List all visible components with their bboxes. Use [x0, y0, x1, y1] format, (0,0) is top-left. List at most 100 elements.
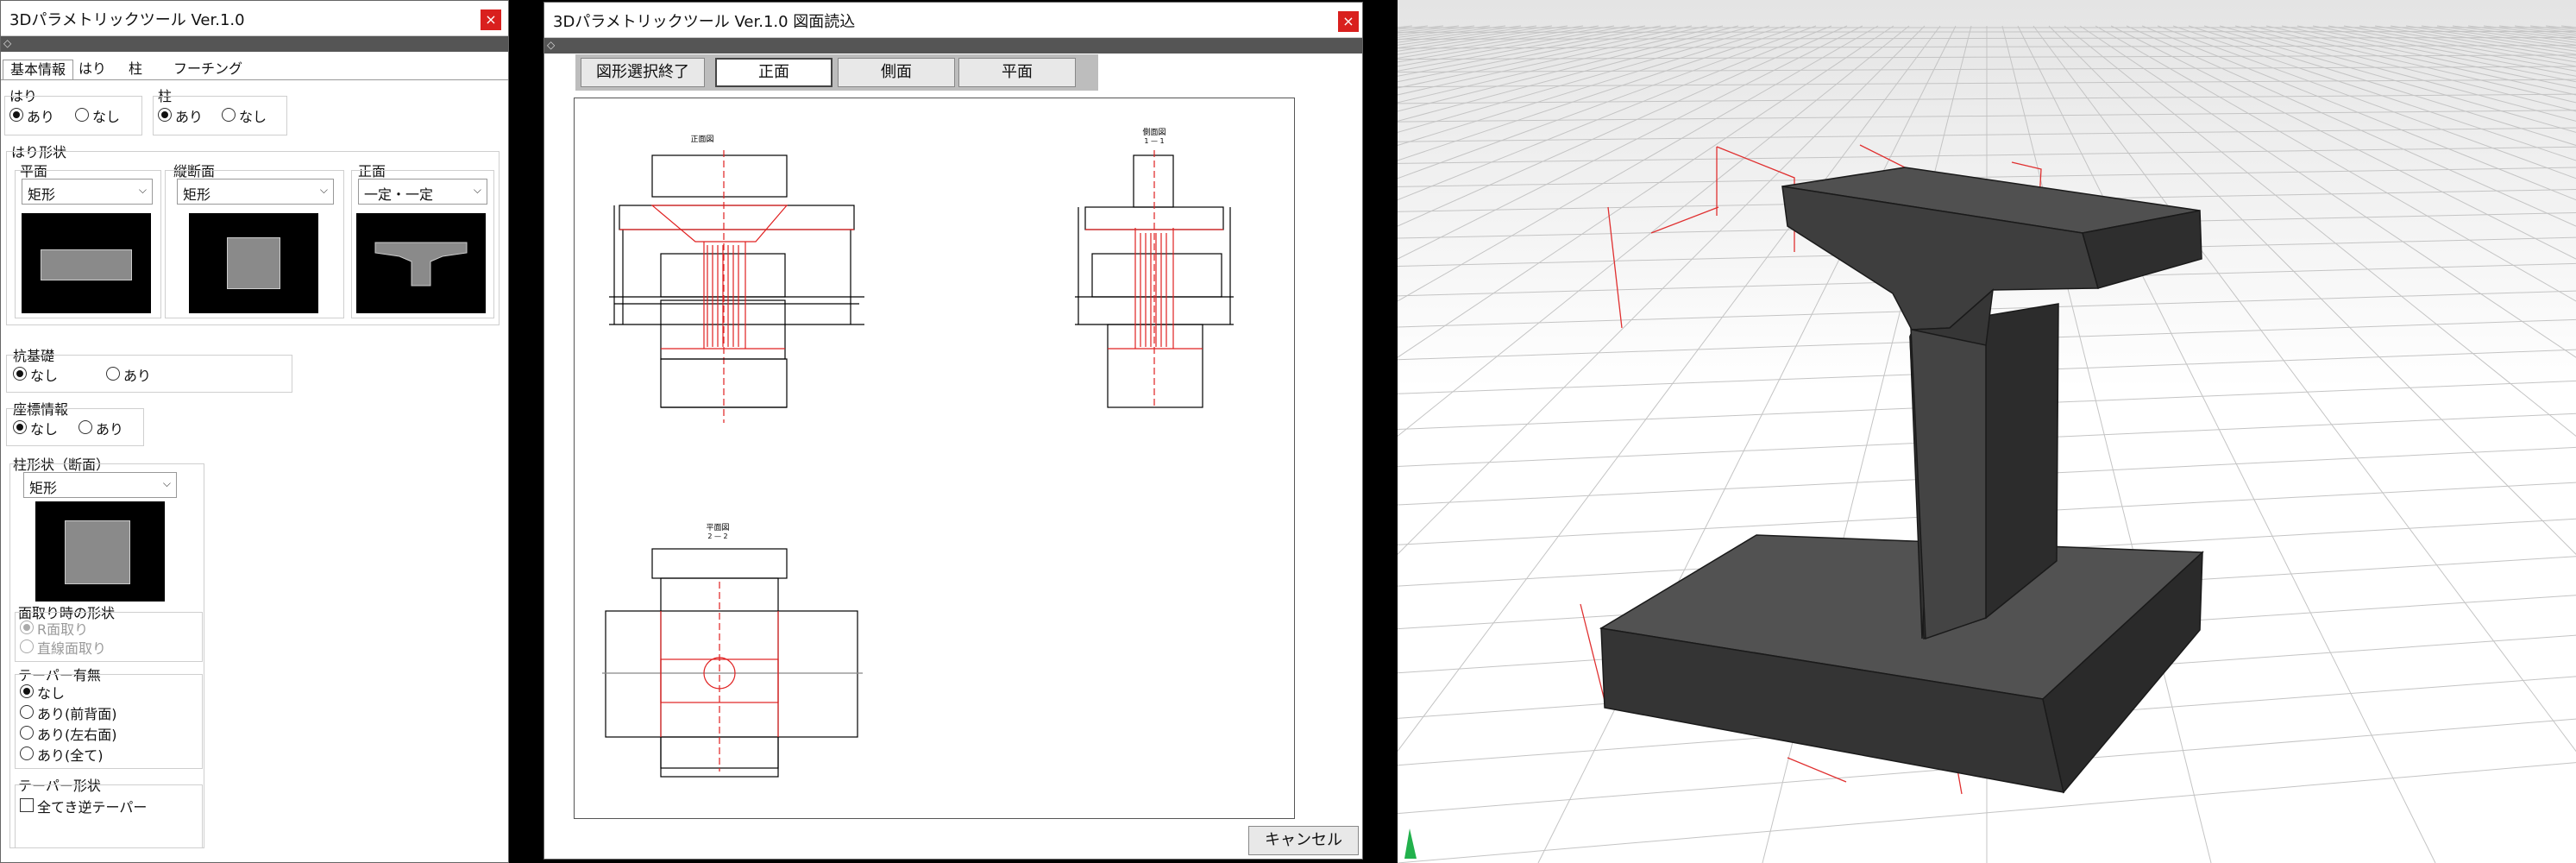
column-no-radio[interactable] [222, 108, 236, 122]
plan-shape-select[interactable]: 矩形 ⌵ [22, 179, 153, 205]
taper-all-label: あり(全て) [37, 747, 104, 764]
grid-line [2374, 25, 2576, 59]
grid-line [1398, 25, 1755, 122]
beam-yes-radio[interactable] [9, 108, 23, 122]
pile-no-radio[interactable] [13, 367, 27, 381]
grid-line [1398, 25, 1506, 41]
3d-viewport[interactable] [1398, 0, 2576, 863]
taper-all-radio[interactable] [20, 746, 34, 760]
column-yes-radio[interactable] [158, 108, 172, 122]
reverse-taper-checkbox[interactable] [20, 798, 34, 812]
reverse-taper-label: 全てき逆テーパー [37, 799, 148, 816]
grid-line [1398, 25, 1724, 104]
grid-line [1398, 25, 1429, 30]
grid-line [2436, 25, 2576, 46]
grid-line [1398, 25, 1630, 67]
taper-front-back-radio[interactable] [20, 705, 34, 719]
close-button[interactable]: × [481, 9, 501, 30]
title-bar: 3Dパラメトリックツール Ver.1.0 × [1, 1, 508, 36]
coord-yes-radio[interactable] [79, 420, 92, 434]
tab-footing[interactable]: フーチング [166, 60, 249, 80]
longitudinal-shape-select[interactable]: 矩形 ⌵ [177, 179, 334, 205]
grid-line [2281, 25, 2576, 89]
finish-selection-button[interactable]: 図形選択終了 [581, 58, 705, 87]
taper-shape-group [15, 784, 203, 848]
grid-line [2421, 25, 2576, 49]
grid-line [2405, 25, 2576, 52]
beam-no-radio[interactable] [75, 108, 89, 122]
front-view-button[interactable]: 正面 [715, 58, 832, 87]
column-group [153, 96, 287, 135]
plan-view-button[interactable]: 平面 [958, 58, 1076, 87]
chamfer-r-radio[interactable] [20, 620, 34, 634]
grid-line [2498, 25, 2576, 36]
grid-line [2265, 25, 2576, 96]
grid-line [1398, 25, 1491, 38]
grid-line [2048, 25, 2576, 555]
taper-left-right-label: あり(左右面) [37, 727, 117, 743]
grip-icon: ◇ [547, 39, 556, 51]
svg-text:平面図: 平面図 [706, 523, 729, 532]
grid-line [2483, 25, 2576, 38]
grid-line [2126, 25, 2576, 227]
window-title: 3Dパラメトリックツール Ver.1.0 図面読込 [553, 13, 856, 31]
chamfer-line-radio[interactable] [20, 639, 34, 653]
grid-line [2514, 25, 2576, 34]
toolbar-strip: ◇ [1, 36, 508, 52]
beam-no-label: なし [92, 109, 121, 125]
side-view-button[interactable]: 側面 [838, 58, 955, 87]
chamfer-line-label: 直線面取り [37, 640, 107, 657]
column-yes-label: あり [175, 109, 204, 125]
grid-line [1398, 25, 1770, 133]
drawing-import-window: 3Dパラメトリックツール Ver.1.0 図面読込 × ◇ 図形選択終了 正面 … [543, 2, 1363, 860]
grid-line [1398, 25, 1693, 89]
grid-line [1398, 25, 1677, 83]
tab-beam[interactable]: はり [72, 60, 113, 80]
grip-icon: ◇ [3, 37, 12, 49]
front-preview [356, 213, 486, 313]
grid-line [1398, 25, 1553, 49]
drawing-canvas[interactable]: 正面図 側面図 1 — 1 平面図 2 — 2 [574, 98, 1295, 819]
cancel-button[interactable]: キャンセル [1248, 826, 1359, 855]
title-bar: 3Dパラメトリックツール Ver.1.0 図面読込 × [544, 3, 1362, 38]
toolbar-strip: ◇ [544, 38, 1362, 54]
grid-line [2064, 25, 2576, 438]
pile-yes-radio[interactable] [106, 367, 120, 381]
grid-line [2359, 25, 2576, 63]
grid-line [1398, 25, 1522, 43]
beam-yes-label: あり [27, 109, 55, 125]
front-view-drawing: 正面図 [609, 135, 864, 423]
tab-underline [1, 79, 508, 80]
grid-line [1398, 25, 1599, 59]
column-shape-select[interactable]: 矩形 ⌵ [23, 472, 177, 498]
grid-line [1398, 25, 1413, 28]
taper-front-back-label: あり(前背面) [37, 706, 117, 722]
svg-text:1 — 1: 1 — 1 [1144, 137, 1164, 145]
close-button[interactable]: × [1338, 11, 1359, 32]
svg-text:2 — 2: 2 — 2 [707, 532, 727, 540]
grid-line [2296, 25, 2576, 83]
front-shape-select[interactable]: 一定・一定 ⌵ [358, 179, 487, 205]
tab-basic-info[interactable]: 基本情報 [3, 60, 74, 80]
grid-line [1398, 25, 1662, 77]
beam-group [4, 96, 142, 135]
grid-line [1398, 25, 1475, 36]
taper-left-right-radio[interactable] [20, 726, 34, 740]
grid-line [1398, 25, 1444, 32]
taper-none-label: なし [37, 685, 66, 702]
grid-line [2141, 25, 2576, 201]
grid-line [2328, 25, 2576, 72]
grid-line [2250, 25, 2576, 104]
grid-line [1398, 25, 1615, 63]
grid-line [2560, 25, 2576, 28]
svg-text:正面図: 正面図 [690, 135, 713, 144]
grid-line [2234, 25, 2576, 112]
coord-no-radio[interactable] [13, 420, 27, 434]
axis-triad-icon [1404, 828, 1417, 859]
grid-line [2467, 25, 2576, 41]
grid-line [1398, 25, 1646, 72]
grid-line [2343, 25, 2576, 67]
taper-none-radio[interactable] [20, 684, 34, 698]
column-shape-preview [35, 501, 165, 602]
tab-column[interactable]: 柱 [122, 60, 149, 80]
